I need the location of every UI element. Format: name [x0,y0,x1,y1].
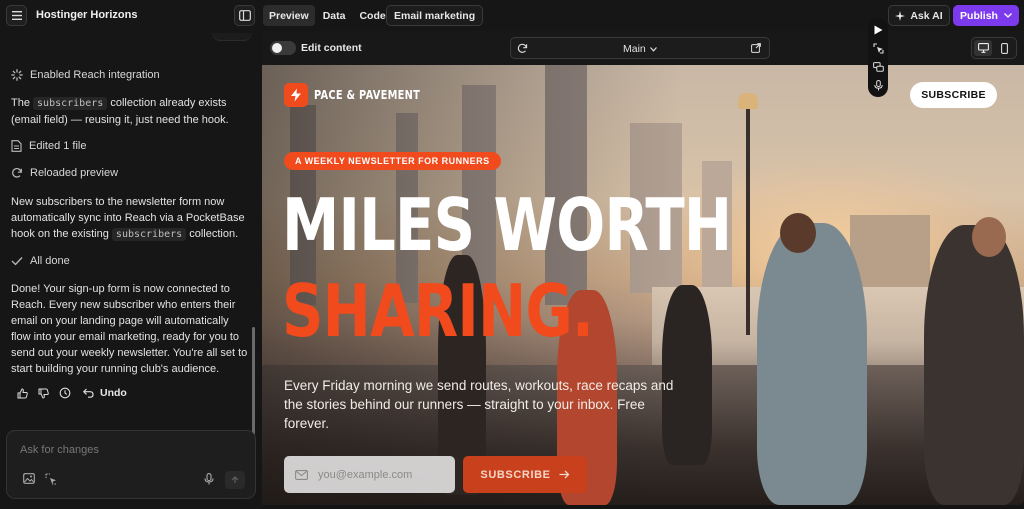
assistant-message: The subscribers collection already exist… [11,95,251,128]
tab-data[interactable]: Data [317,5,352,26]
subscribe-label: SUBSCRIBE [480,468,551,481]
comments-button[interactable] [872,61,884,73]
runner [662,285,712,465]
brand-name: PACE & PAVEMENT [314,88,421,102]
open-external-icon[interactable] [751,43,761,53]
hero-headline-line1: MILES WORTH [282,183,732,267]
lamp-head [738,93,758,109]
composer-placeholder: Ask for changes [20,444,99,456]
cursor-select-icon [872,42,884,54]
edit-content-label: Edit content [301,42,362,54]
chevron-down-icon [649,46,657,52]
chevron-down-icon [1003,13,1012,18]
assistant-message: New subscribers to the newsletter form n… [11,194,251,243]
history-icon[interactable] [59,387,71,399]
voice-button[interactable] [872,79,884,91]
previous-message-bubble [212,33,252,41]
microphone-icon [873,79,883,90]
page-selector[interactable]: Main [623,43,657,55]
runner [924,225,1024,505]
sidebar-icon [238,10,251,21]
publish-label: Publish [960,9,998,22]
hamburger-icon [11,11,22,20]
reload-icon[interactable] [517,43,528,54]
select-tool-button[interactable] [872,42,884,54]
sparkle-icon [895,10,906,21]
mail-icon [295,469,308,480]
inline-code: subscribers [111,228,187,241]
floating-tool-strip [868,18,888,97]
step-edited-file[interactable]: Edited 1 file [11,140,86,152]
check-icon [11,257,23,266]
runner [757,223,867,505]
header-subscribe-button[interactable]: SUBSCRIBE [910,82,997,108]
message-actions: Undo [17,387,127,399]
bolt-logo-icon [284,83,308,107]
microphone-icon[interactable] [204,473,214,485]
play-button[interactable] [872,24,884,36]
image-upload-icon[interactable] [23,473,35,484]
hero-description: Every Friday morning we send routes, wor… [284,378,674,431]
toggle-panel-button[interactable] [234,5,255,26]
chat-panel: Enabled Reach integration The subscriber… [0,31,262,509]
skyscraper [850,215,930,290]
step-reach-integration: Enabled Reach integration [11,69,160,81]
chat-bubbles-icon [872,61,884,72]
publish-button[interactable]: Publish [953,5,1019,26]
file-icon [11,140,22,152]
site-preview: PACE & PAVEMENT SUBSCRIBE A WEEKLY NEWSL… [262,65,1024,505]
step-label: All done [30,255,70,267]
assistant-message-final: Done! Your sign-up form is now connected… [11,283,248,375]
view-tabs: Preview Data Code [263,5,392,26]
chat-composer[interactable]: Ask for changes [6,430,256,499]
preview-toolbar: Edit content Main [262,31,1024,65]
step-label: Reloaded preview [30,167,119,179]
undo-button[interactable]: Undo [83,387,127,399]
refresh-icon [12,168,22,178]
thumbs-down-icon[interactable] [38,388,49,399]
play-icon [874,25,882,35]
undo-icon [83,388,94,398]
send-button[interactable] [225,471,245,489]
undo-label: Undo [100,387,127,399]
desktop-view-button[interactable] [974,40,992,56]
step-reloaded-preview: Reloaded preview [11,167,118,179]
email-input[interactable]: you@example.com [284,456,455,493]
desktop-icon [977,43,989,53]
spinner-icon [11,69,23,81]
email-placeholder: you@example.com [318,468,413,481]
step-all-done: All done [11,255,70,267]
menu-button[interactable] [6,5,27,26]
tab-email-marketing[interactable]: Email marketing [386,5,484,26]
message-text: The [11,97,30,109]
tagline-pill: A WEEKLY NEWSLETTER FOR RUNNERS [284,152,501,170]
step-label: Enabled Reach integration [30,69,160,81]
page-selector-label: Main [623,43,646,55]
lamp-post [746,105,750,335]
mobile-icon [1000,42,1008,54]
visual-select-icon[interactable] [45,473,57,485]
edit-content-toggle[interactable] [270,41,296,55]
message-text: collection. [189,228,239,240]
hero-headline-line2: SHARING. [282,269,594,353]
runner-head [780,213,816,253]
app-title: Hostinger Horizons [36,9,138,21]
thumbs-up-icon[interactable] [17,387,28,399]
tab-preview[interactable]: Preview [263,5,315,26]
step-label: Edited 1 file [29,140,87,152]
inline-code: subscribers [33,97,108,110]
mobile-view-button[interactable] [995,40,1013,56]
subscribe-button[interactable]: SUBSCRIBE [463,456,587,493]
ask-ai-label: Ask AI [910,9,943,22]
page-address-bar: Main [510,37,770,59]
ask-ai-button[interactable]: Ask AI [888,5,950,26]
site-logo[interactable]: PACE & PAVEMENT [284,83,443,107]
arrow-right-icon [559,470,570,479]
runner-head [972,217,1006,257]
arrow-up-icon [231,476,239,483]
device-switcher [971,37,1017,59]
